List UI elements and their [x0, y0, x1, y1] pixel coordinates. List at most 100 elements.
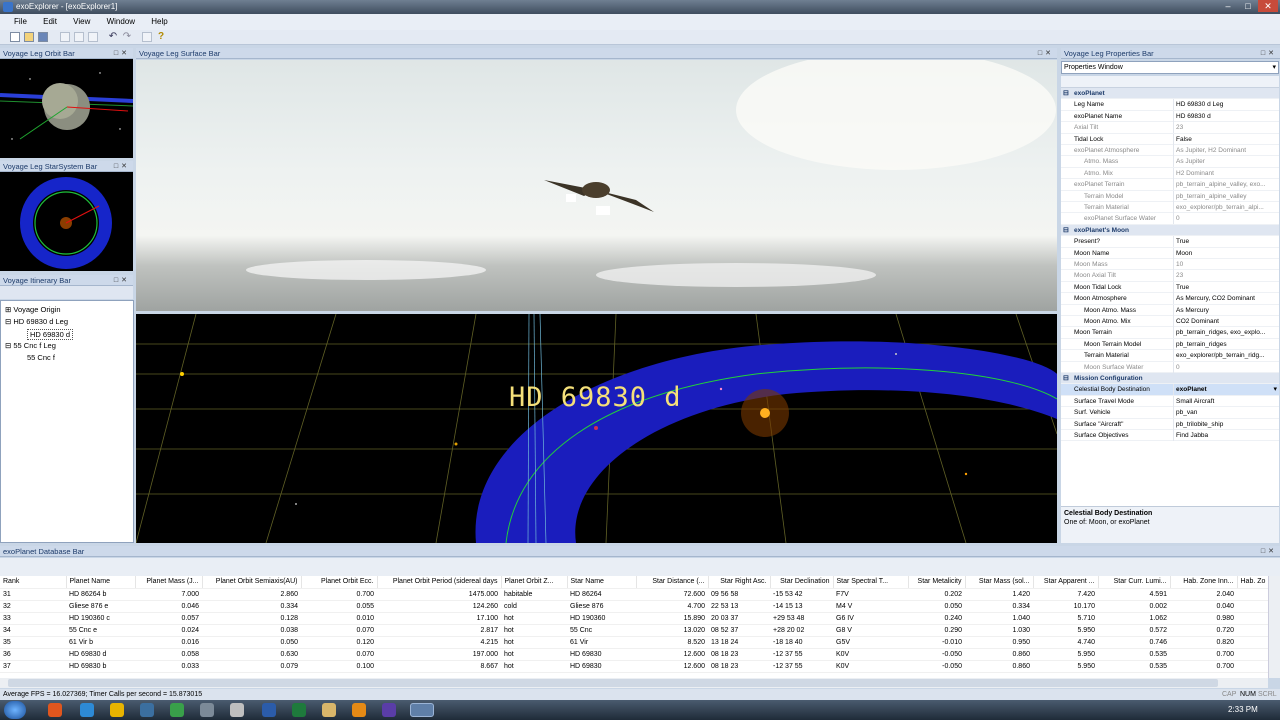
property-row[interactable]: Moon Atmo. Mass As Mercury [1061, 304, 1279, 316]
property-row[interactable]: exoPlanet Name HD 69830 d [1061, 110, 1279, 123]
column-header[interactable]: Rank [0, 576, 67, 589]
property-value[interactable]: As Jupiter, H2 Dominant [1173, 145, 1278, 156]
help-icon[interactable]: ? [156, 32, 166, 42]
property-row[interactable]: Moon Atmo. Mix CO2 Dominant [1061, 316, 1279, 328]
horizontal-scrollbar[interactable] [0, 678, 1268, 688]
database-grid[interactable]: Rank Planet Name Planet Mass (J... Planet O… [0, 576, 1268, 678]
properties-dropdown[interactable]: Properties Window ▾ [1061, 61, 1279, 74]
pane-pin-close-icon[interactable]: □✕ [1038, 48, 1054, 59]
property-value[interactable]: exoPlanet [1173, 384, 1278, 396]
property-row[interactable]: Moon Atmosphere As Mercury, CO2 Dominant [1061, 293, 1279, 305]
column-header[interactable]: Star Declination [770, 576, 834, 589]
itinerary-tree[interactable]: ⊞ Voyage Origin ⊟ HD 69830 d Leg HD 6983… [0, 300, 134, 543]
pane-pin-close-icon[interactable]: □✕ [1261, 48, 1277, 59]
property-value[interactable]: 0 [1173, 361, 1278, 373]
property-row[interactable]: Moon Name Moon [1061, 247, 1279, 259]
maximize-button[interactable]: □ [1238, 0, 1258, 12]
collapse-icon[interactable]: ⊟ [1063, 373, 1069, 384]
property-row[interactable]: Atmo. Mass As Jupiter [1061, 156, 1279, 168]
table-row[interactable]: 33 HD 190360 c 0.057 0.128 0.010 17.100 hot HD … [0, 612, 1268, 625]
close-button[interactable]: ✕ [1258, 0, 1278, 12]
paste-icon[interactable] [88, 32, 98, 42]
property-value[interactable]: As Mercury, CO2 Dominant [1173, 293, 1278, 305]
property-value[interactable]: True [1173, 236, 1278, 248]
property-row[interactable]: Moon Terrain pb_terrain_ridges, exo_explo… [1061, 327, 1279, 339]
vertical-scrollbar[interactable] [1268, 576, 1280, 678]
property-value[interactable]: CO2 Dominant [1173, 316, 1278, 327]
table-row[interactable]: 34 55 Cnc e 0.024 0.038 0.070 2.817 hot 55 Cnc 1… [0, 624, 1268, 637]
tree-item-voyage-origin[interactable]: ⊞ Voyage Origin [5, 305, 61, 314]
property-value[interactable]: pb_terrain_ridges [1173, 338, 1278, 350]
taskbar-app-icon[interactable] [382, 703, 396, 717]
property-row[interactable]: Surface "Aircraft" pb_trilobite_ship [1061, 418, 1279, 430]
tree-item-leg[interactable]: ⊟ HD 69830 d Leg [5, 317, 68, 326]
property-value[interactable]: Moon [1173, 247, 1278, 259]
pane-pin-close-icon[interactable]: □✕ [114, 48, 130, 59]
property-category[interactable]: ⊟ Mission Configuration [1061, 373, 1279, 385]
taskbar-app-icon[interactable] [80, 703, 94, 717]
scrollbar-thumb[interactable] [8, 679, 1218, 687]
print-icon[interactable] [142, 32, 152, 42]
table-row[interactable]: 35 61 Vir b 0.016 0.050 0.120 4.215 hot 61 Vir 8… [0, 636, 1268, 649]
property-row[interactable]: Moon Surface Water 0 [1061, 361, 1279, 373]
property-value[interactable]: As Jupiter [1173, 156, 1278, 168]
orbit-view[interactable] [0, 59, 133, 158]
column-header[interactable]: Planet Mass (J... [135, 576, 203, 589]
menu-edit[interactable]: Edit [43, 17, 57, 26]
property-row[interactable]: Moon Terrain Model pb_terrain_ridges [1061, 338, 1279, 351]
taskbar-app-icon[interactable] [140, 703, 154, 717]
column-header[interactable]: Planet Orbit Z... [501, 576, 568, 589]
tree-item-planet[interactable]: HD 69830 d [27, 329, 74, 340]
property-category[interactable]: ⊟ exoPlanet [1061, 88, 1279, 100]
minimize-button[interactable]: – [1218, 0, 1238, 12]
property-value[interactable]: HD 69830 d [1173, 110, 1278, 122]
starfield-view[interactable]: HD 69830 d [136, 314, 1057, 543]
property-value[interactable]: pb_terrain_alpine_valley, exo... [1173, 179, 1278, 191]
property-value[interactable]: pb_terrain_ridges, exo_explo... [1173, 327, 1278, 339]
property-row[interactable]: Moon Axial Tilt 23 [1061, 270, 1279, 282]
column-header[interactable]: Star Distance (... [636, 576, 709, 589]
column-header[interactable]: Star Apparent ... [1033, 576, 1099, 589]
property-value[interactable]: exo_explorer/pb_terrain_alpi... [1173, 202, 1278, 213]
undo-icon[interactable]: ↶ [108, 32, 118, 42]
property-value[interactable]: pb_van [1173, 407, 1278, 419]
taskbar-app-icon[interactable] [110, 703, 124, 717]
column-header[interactable]: Star Mass (sol... [965, 576, 1034, 589]
copy-icon[interactable] [74, 32, 84, 42]
taskbar-app-icon[interactable] [322, 703, 336, 717]
table-row[interactable]: 31 HD 86264 b 7.000 2.860 0.700 1475.000 habit… [0, 588, 1268, 601]
collapse-icon[interactable]: ⊟ [1063, 225, 1069, 236]
new-icon[interactable] [10, 32, 20, 42]
property-row[interactable]: Surf. Vehicle pb_van [1061, 407, 1279, 419]
collapse-icon[interactable]: ⊟ [1063, 88, 1069, 99]
pane-pin-close-icon[interactable]: □✕ [114, 275, 130, 286]
property-row[interactable]: Terrain Model pb_terrain_alpine_valley [1061, 190, 1279, 202]
property-row[interactable]: Moon Mass 10 [1061, 259, 1279, 271]
property-row[interactable]: Surface Objectives Find Jabba [1061, 430, 1279, 442]
column-header[interactable]: Planet Name [66, 576, 136, 589]
menu-window[interactable]: Window [107, 17, 135, 26]
property-row[interactable]: Moon Tidal Lock True [1061, 281, 1279, 294]
table-row[interactable]: 36 HD 69830 d 0.058 0.630 0.070 197.000 hot HD … [0, 648, 1268, 661]
menu-help[interactable]: Help [151, 17, 167, 26]
property-value[interactable]: H2 Dominant [1173, 167, 1278, 179]
property-value[interactable]: pb_terrain_alpine_valley [1173, 190, 1278, 202]
property-value[interactable]: Find Jabba [1173, 430, 1278, 441]
tree-item-leg[interactable]: ⊟ 55 Cnc f Leg [5, 341, 56, 350]
app-icon[interactable] [3, 2, 13, 12]
pane-pin-close-icon[interactable]: □✕ [114, 161, 130, 172]
property-row[interactable]: Axial Tilt 23 [1061, 122, 1279, 134]
column-header[interactable]: Star Name [567, 576, 637, 589]
column-header[interactable]: Hab. Zone Inn... [1170, 576, 1238, 589]
start-button[interactable] [4, 701, 26, 719]
property-row[interactable]: Leg Name HD 69830 d Leg [1061, 99, 1279, 111]
property-row[interactable]: Atmo. Mix H2 Dominant [1061, 167, 1279, 180]
column-header[interactable]: Hab. Zo [1237, 576, 1268, 589]
taskbar-app-icon[interactable] [48, 703, 62, 717]
property-value[interactable]: 23 [1173, 270, 1278, 282]
save-icon[interactable] [38, 32, 48, 42]
taskbar-app-icon[interactable] [200, 703, 214, 717]
taskbar-app-icon[interactable] [170, 703, 184, 717]
property-row[interactable]: Terrain Material exo_explorer/pb_terrain_… [1061, 350, 1279, 362]
taskbar-app-icon[interactable] [292, 703, 306, 717]
